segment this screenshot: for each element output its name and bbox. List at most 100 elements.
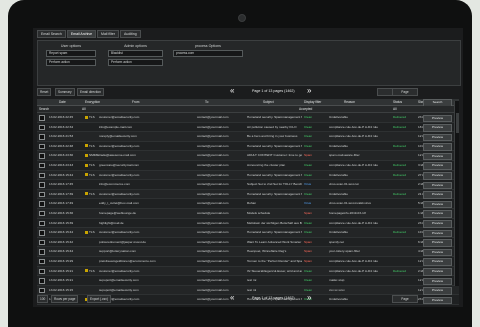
cell-from: noreply@emailsecurity.com bbox=[99, 134, 137, 139]
table-row[interactable]: 13.02.2016 15:36 homepage@weblounge.de con… bbox=[37, 208, 459, 219]
summary-button[interactable]: Summary bbox=[55, 88, 75, 96]
row-checkbox[interactable] bbox=[39, 249, 45, 255]
process-options-input[interactable]: process.com bbox=[173, 50, 243, 57]
preview-button[interactable]: Preview bbox=[423, 277, 452, 286]
tab-email-archive[interactable]: Email Archive bbox=[66, 30, 97, 38]
table-row[interactable]: 13.02.2016 15:44 TLS customer@emailsecurit… bbox=[37, 170, 459, 181]
admin-perform-action-button[interactable]: Perform action bbox=[108, 59, 163, 66]
table-row[interactable]: 13.02.2016 15:21 TLS customer@emailsecurit… bbox=[37, 266, 459, 277]
cell-status: Delivered bbox=[393, 162, 407, 167]
row-checkbox[interactable] bbox=[39, 143, 45, 150]
col-subject[interactable]: Subject bbox=[263, 99, 274, 105]
bottom-page-go-button[interactable]: Page bbox=[392, 295, 418, 303]
preview-button[interactable]: Preview bbox=[423, 258, 452, 266]
status-filter-select[interactable]: All bbox=[393, 106, 397, 112]
bottom-prev-page-icon[interactable]: « bbox=[230, 294, 234, 302]
preview-button[interactable]: Preview bbox=[423, 133, 452, 142]
col-display-filter[interactable]: Display filter bbox=[304, 99, 321, 105]
preview-button[interactable]: Preview bbox=[423, 248, 452, 257]
table-row[interactable]: 13.02.2016 17:49 eddy_t_cutlet@box-mail.c… bbox=[37, 199, 459, 209]
table-row[interactable]: 13.02.2016 15:42 policeretirement@jasper-… bbox=[37, 237, 459, 248]
row-checkbox[interactable] bbox=[39, 115, 45, 121]
table-row[interactable]: 13.02.2016 22:48 TLS customer@emailsecurit… bbox=[37, 141, 459, 152]
col-status[interactable]: Status bbox=[393, 99, 402, 105]
preview-button[interactable]: Preview bbox=[423, 268, 452, 276]
scrollbar-thumb[interactable] bbox=[455, 113, 459, 133]
admin-options-select[interactable]: Blacklist bbox=[108, 50, 163, 57]
tab-email-search[interactable]: Email Search bbox=[37, 30, 66, 38]
preview-button[interactable]: Preview bbox=[423, 152, 452, 161]
row-checkbox[interactable] bbox=[39, 268, 45, 274]
row-checkbox[interactable] bbox=[39, 201, 45, 207]
next-page-icon[interactable]: » bbox=[307, 87, 311, 95]
col-reason[interactable]: Reason bbox=[344, 99, 355, 105]
preview-button[interactable]: Preview bbox=[423, 181, 452, 190]
cell-from: info@ecommerce.com bbox=[99, 182, 130, 187]
table-row[interactable]: 13.02.2016 23:43 TLS greencare@securitymai… bbox=[37, 160, 459, 171]
row-checkbox[interactable] bbox=[39, 124, 45, 131]
search-filter-input[interactable]: Search bbox=[39, 106, 49, 112]
prev-page-icon[interactable]: « bbox=[230, 87, 234, 95]
display-filter-select[interactable]: Accepted bbox=[299, 106, 312, 112]
table-row[interactable]: 13.02.2016 15:29 preisfreeamgeldtionen@ec… bbox=[37, 256, 459, 267]
preview-button[interactable]: Preview bbox=[423, 162, 452, 171]
table-row[interactable]: 13.02.2016 17:45 info@ecommerce.com contac… bbox=[37, 180, 459, 190]
table-row[interactable]: 13.02.2016 22:45 TLS customer@emailsecurit… bbox=[37, 113, 459, 123]
table-row[interactable]: 13.02.2016 23:30 SMIME trade@awesome-mail.… bbox=[37, 151, 459, 161]
tab-mail-filter[interactable]: Mail filter bbox=[97, 30, 120, 38]
row-checkbox[interactable] bbox=[39, 287, 45, 294]
cell-date: 13.02.2016 15:36 bbox=[49, 210, 74, 215]
row-checkbox[interactable] bbox=[39, 278, 45, 284]
preview-button[interactable]: Preview bbox=[423, 124, 452, 132]
row-checkbox[interactable] bbox=[39, 172, 45, 179]
row-checkbox[interactable] bbox=[39, 153, 45, 159]
col-date[interactable]: Date bbox=[59, 99, 66, 105]
row-checkbox[interactable] bbox=[39, 191, 45, 198]
user-options-select[interactable]: Report spam bbox=[46, 50, 96, 57]
row-checkbox[interactable] bbox=[39, 239, 45, 246]
preview-button[interactable]: Preview bbox=[423, 229, 452, 238]
cell-reason: mailer-stup bbox=[329, 278, 345, 283]
preview-button[interactable]: Preview bbox=[423, 172, 452, 180]
cell-from: customer@emailsecurity.com bbox=[99, 268, 140, 273]
preview-button[interactable]: Preview bbox=[423, 210, 452, 219]
preview-button[interactable]: Preview bbox=[423, 287, 452, 295]
user-perform-action-button[interactable]: Perform action bbox=[46, 59, 96, 66]
row-checkbox[interactable] bbox=[39, 220, 45, 227]
row-checkbox[interactable] bbox=[39, 230, 45, 236]
table-row[interactable]: 13.02.2016 15:21 supoport@emailsecurity.c… bbox=[37, 276, 459, 286]
preview-button[interactable]: Preview bbox=[423, 200, 452, 209]
preview-button[interactable]: Preview bbox=[423, 114, 452, 123]
page-go-button[interactable]: Page bbox=[392, 88, 418, 96]
bottom-next-page-icon[interactable]: » bbox=[307, 294, 311, 302]
cell-from: customer@emailsecurity.com bbox=[99, 230, 140, 235]
encryption-filter[interactable]: All bbox=[82, 106, 86, 112]
table-row[interactable]: 13.02.2016 15:15 supoport@emailsecurity.c… bbox=[37, 285, 459, 296]
table-row[interactable]: 13.02.2016 15:44 TLS customer@emailsecurit… bbox=[37, 228, 459, 238]
table-row[interactable]: 13.02.2016 22:34 info@example-mail.com con… bbox=[37, 122, 459, 133]
rows-count-select[interactable]: 100 bbox=[37, 295, 49, 303]
preview-button[interactable]: Preview bbox=[423, 239, 452, 247]
email-direction-select[interactable]: Email direction bbox=[77, 88, 104, 96]
tab-auditing[interactable]: Auditing bbox=[120, 30, 141, 38]
table-row[interactable]: 13.02.2016 15:44 support@lotterynation.co… bbox=[37, 247, 459, 257]
table-row[interactable]: 13.02.2016 17:39 TLS customer@emailsecurit… bbox=[37, 189, 459, 200]
row-checkbox[interactable] bbox=[39, 162, 45, 169]
row-checkbox[interactable] bbox=[39, 258, 45, 265]
row-checkbox[interactable] bbox=[39, 182, 45, 188]
page-number-input[interactable] bbox=[377, 88, 393, 96]
preview-button[interactable]: Preview bbox=[423, 220, 452, 228]
row-checkbox[interactable] bbox=[39, 134, 45, 140]
table-row[interactable]: 13.02.2016 21:53 noreply@emailsecurity.co… bbox=[37, 132, 459, 142]
col-from[interactable]: From bbox=[132, 99, 139, 105]
cell-display: Spam bbox=[304, 249, 313, 254]
reset-button[interactable]: Reset bbox=[37, 88, 52, 96]
row-checkbox[interactable] bbox=[39, 210, 45, 217]
col-encryption[interactable]: Encryption bbox=[85, 99, 100, 105]
table-row[interactable]: 13.02.2016 15:39 highlight@mail.de contact… bbox=[37, 218, 459, 229]
export-csv-button[interactable]: Export (.csv) bbox=[87, 295, 111, 303]
preview-button[interactable]: Preview bbox=[423, 191, 452, 199]
table-scrollbar[interactable] bbox=[454, 101, 459, 286]
preview-button[interactable]: Preview bbox=[423, 143, 452, 151]
col-to[interactable]: To bbox=[205, 99, 208, 105]
